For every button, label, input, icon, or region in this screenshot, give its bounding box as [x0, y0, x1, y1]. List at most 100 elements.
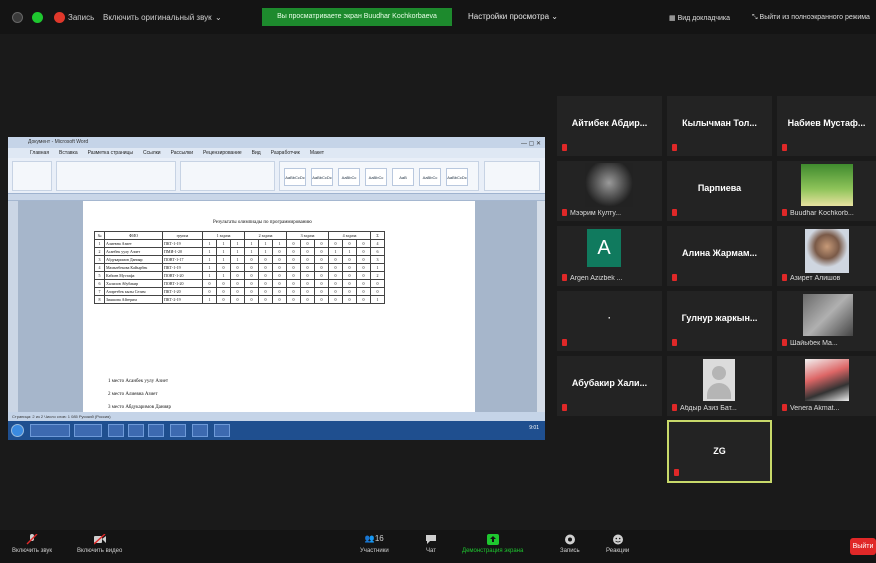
- vertical-scrollbar[interactable]: [537, 201, 545, 412]
- leave-meeting-button[interactable]: Выйти: [850, 538, 876, 555]
- taskbar-item[interactable]: [170, 424, 186, 437]
- speaker-view-button[interactable]: ▦ Вид докладчика: [669, 14, 730, 22]
- view-options-button[interactable]: Настройки просмотра ⌄: [468, 12, 558, 21]
- table-cell: 0: [314, 247, 329, 256]
- styles-group: AaBbCcDc AaBbCcDc AaBbCc AaBbCc AaB AaBbCc AaB…: [279, 161, 479, 191]
- style-preset[interactable]: AaBbCc: [338, 168, 360, 186]
- table-header-row: № ФИО группа 1 задача 2 задача 3 задача 4 зада…: [94, 231, 385, 240]
- participant-tile-active-speaker[interactable]: ZG: [667, 420, 772, 483]
- table-header-cell: ФИО: [104, 231, 163, 240]
- start-button-icon[interactable]: [11, 424, 24, 437]
- taskbar-item[interactable]: [214, 424, 230, 437]
- style-preset[interactable]: AaBbCcDc: [284, 168, 306, 186]
- table-cell: 0: [342, 239, 357, 248]
- ribbon-tab[interactable]: Разработчик: [271, 150, 300, 156]
- participant-tile[interactable]: Мээрим Култу...: [557, 161, 662, 221]
- muted-mic-icon: [782, 144, 787, 151]
- muted-mic-icon: [26, 534, 38, 545]
- record-button[interactable]: Запись: [560, 534, 580, 554]
- exit-fullscreen-button[interactable]: ⤡ Выйти из полноэкранного режима: [752, 14, 870, 22]
- ribbon-tab[interactable]: Ссылки: [143, 150, 161, 156]
- taskbar-item[interactable]: [74, 424, 102, 437]
- style-preset[interactable]: AaBbCc: [365, 168, 387, 186]
- participant-tile[interactable]: Venera Akmat...: [777, 356, 876, 416]
- ribbon-tab[interactable]: Главная: [30, 150, 49, 156]
- table-cell: Асанбек уулу Азиет: [104, 247, 163, 256]
- participant-name: Парпиева: [697, 183, 742, 193]
- recording-label[interactable]: Запись: [68, 13, 94, 22]
- ribbon-tab[interactable]: Разметка страницы: [88, 150, 133, 156]
- participant-tile[interactable]: Абдыр Азиз Бат...: [667, 356, 772, 416]
- participants-button[interactable]: 👥16 Участники: [360, 534, 389, 554]
- document-title: Результаты олимпиады по программированию: [213, 220, 312, 225]
- muted-mic-icon: [672, 274, 677, 281]
- table-cell: 0: [202, 287, 217, 296]
- participant-tile[interactable]: Кылычман Тол...: [667, 96, 772, 156]
- muted-mic-icon: [674, 469, 679, 476]
- participant-label: Мээрим Култу...: [570, 210, 622, 217]
- share-screen-button[interactable]: Демонстрация экрана: [462, 534, 523, 554]
- taskbar-item[interactable]: [192, 424, 208, 437]
- table-cell: ПОВТ-1-17: [162, 255, 203, 264]
- taskbar-item[interactable]: [30, 424, 70, 437]
- ribbon-tab[interactable]: Вставка: [59, 150, 78, 156]
- unmute-button[interactable]: Включить звук: [12, 534, 52, 554]
- participant-tile[interactable]: Парпиева: [667, 161, 772, 221]
- table-cell: 0: [230, 271, 245, 280]
- ribbon-tab[interactable]: Рассылки: [171, 150, 193, 156]
- record-icon: [564, 534, 575, 545]
- table-cell: 0: [272, 295, 287, 304]
- document-page: Результаты олимпиады по программированию…: [83, 201, 475, 412]
- style-preset[interactable]: AaB: [392, 168, 414, 186]
- table-cell: 0: [356, 263, 371, 272]
- word-title-bar: Документ - Microsoft Word — ▢ ✕: [8, 137, 545, 148]
- taskbar-item[interactable]: [128, 424, 144, 437]
- style-preset[interactable]: AaBbCc: [419, 168, 441, 186]
- participant-tile[interactable]: A Argen Azizbek ...: [557, 226, 662, 286]
- original-sound-button[interactable]: Включить оригинальный звук: [103, 13, 212, 22]
- participant-tile[interactable]: ·: [557, 291, 662, 351]
- table-cell: 1: [216, 271, 231, 280]
- table-cell: 0: [342, 271, 357, 280]
- style-preset[interactable]: AaBbCcDc: [446, 168, 468, 186]
- participant-label: Buudhar Kochkorb...: [790, 210, 854, 217]
- taskbar-item[interactable]: [148, 424, 164, 437]
- participants-count: 16: [374, 534, 384, 543]
- participant-tile[interactable]: Айтибек Абдир...: [557, 96, 662, 156]
- shared-screen: Документ - Microsoft Word — ▢ ✕ Главная В…: [8, 137, 545, 440]
- muted-mic-icon: [562, 274, 567, 281]
- participant-tile[interactable]: Гулнур жаркын...: [667, 291, 772, 351]
- ribbon-tab[interactable]: Вид: [252, 150, 261, 156]
- table-cell: 1: [202, 239, 217, 248]
- table-cell: 0: [314, 255, 329, 264]
- ribbon-tab[interactable]: Рецензирование: [203, 150, 242, 156]
- start-video-button[interactable]: Включить видео: [77, 534, 122, 554]
- table-cell: 1: [230, 247, 245, 256]
- participant-tile[interactable]: Шайыбек Ма...: [777, 291, 876, 351]
- editing-group: [484, 161, 540, 191]
- table-cell: Азиретбек кызы Сезим: [104, 287, 163, 296]
- participant-tile[interactable]: Buudhar Kochkorb...: [777, 161, 876, 221]
- zoom-window: Запись Включить оригинальный звук ⌄ Вы п…: [0, 0, 876, 563]
- participants-label: Участники: [360, 548, 389, 554]
- info-icon[interactable]: [12, 12, 23, 23]
- participant-tile[interactable]: Азирет Алишов: [777, 226, 876, 286]
- participant-tile[interactable]: Набиев Мустаф...: [777, 96, 876, 156]
- speaker-view-label: Вид докладчика: [677, 15, 731, 22]
- chevron-down-icon[interactable]: ⌄: [215, 13, 222, 22]
- taskbar-item[interactable]: [108, 424, 124, 437]
- table-cell: 0: [286, 295, 301, 304]
- muted-mic-icon: [782, 339, 787, 346]
- ribbon-tab[interactable]: Макет: [310, 150, 324, 156]
- table-cell: ПКТ-1-20: [162, 287, 203, 296]
- table-cell: Алиевна Азиет: [104, 239, 163, 248]
- shield-check-icon[interactable]: [32, 12, 43, 23]
- participant-tile[interactable]: Алина Жармам...: [667, 226, 772, 286]
- meeting-controls: Включить звук Включить видео 👥16 Участни…: [0, 530, 876, 563]
- table-cell: 0: [356, 271, 371, 280]
- participant-tile[interactable]: Абубакир Хали...: [557, 356, 662, 416]
- reactions-button[interactable]: Реакции: [606, 534, 629, 554]
- participant-label: Шайыбек Ма...: [790, 340, 838, 347]
- chat-button[interactable]: Чат: [425, 534, 437, 554]
- style-preset[interactable]: AaBbCcDc: [311, 168, 333, 186]
